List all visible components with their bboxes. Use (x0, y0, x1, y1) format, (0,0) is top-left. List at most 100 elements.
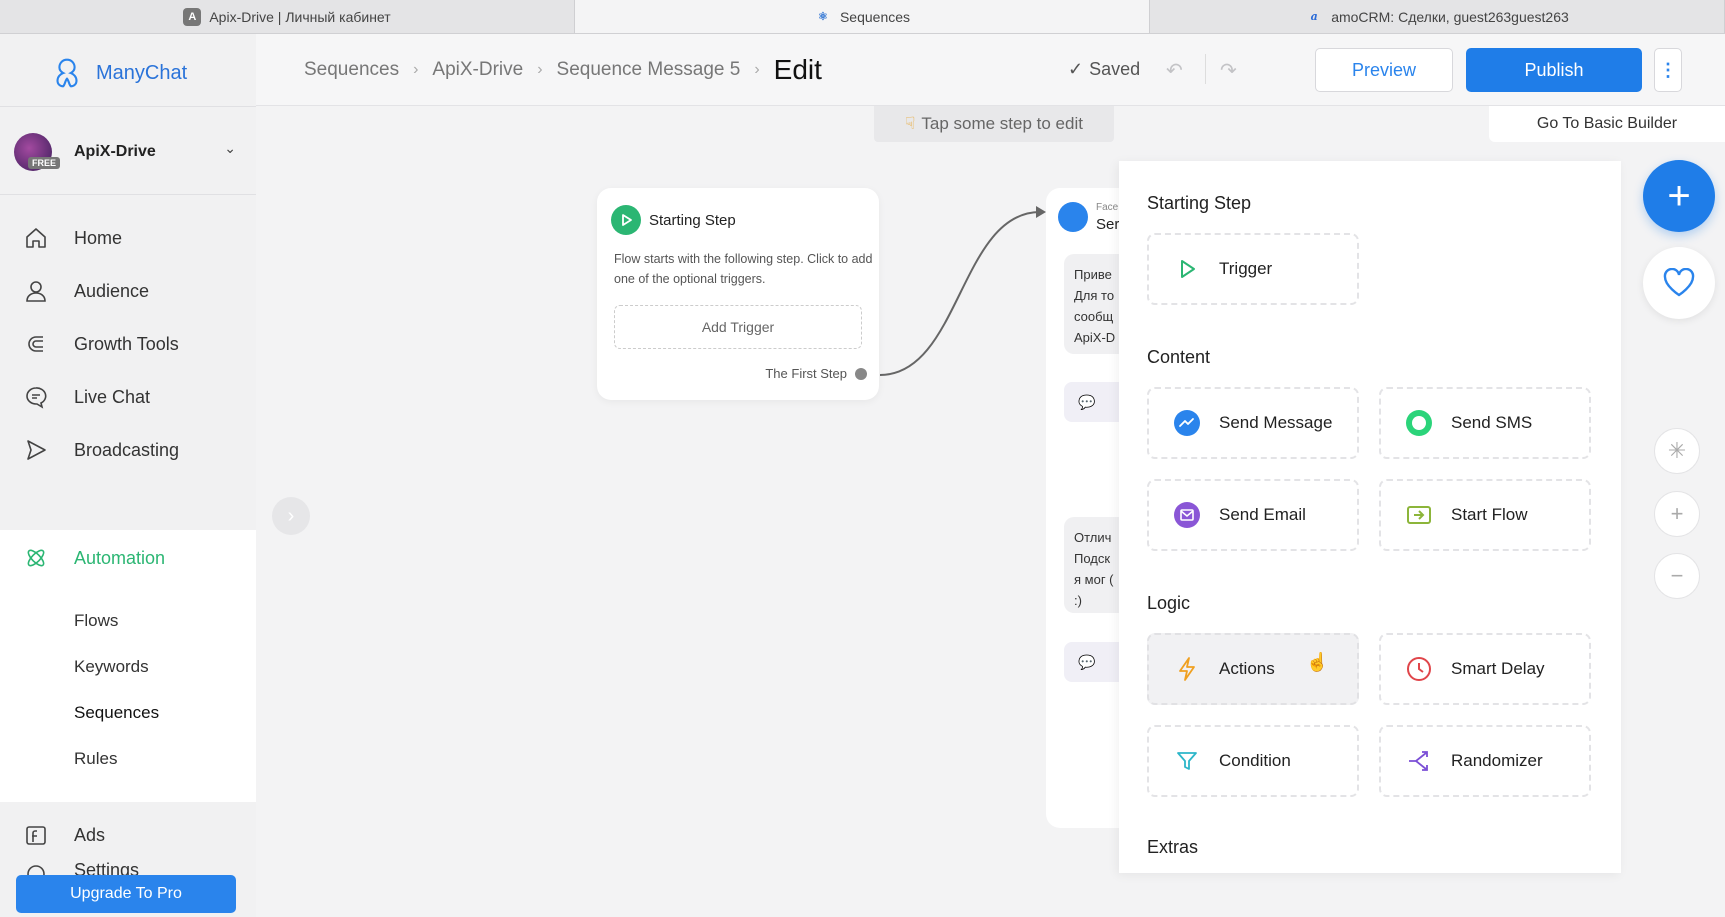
message-button[interactable]: 💬 (1064, 642, 1126, 682)
nav-ads[interactable]: Ads (0, 807, 256, 863)
step-label: Randomizer (1451, 751, 1543, 770)
favorites-button[interactable] (1643, 247, 1715, 319)
subnav-flows[interactable]: Flows (74, 611, 118, 631)
undo-icon[interactable]: ↶ (1166, 58, 1183, 83)
chevron-down-icon: ⌄ (224, 140, 236, 156)
section-heading-starting-step: Starting Step (1147, 193, 1252, 213)
go-to-basic-builder-link[interactable]: Go To Basic Builder (1489, 106, 1725, 142)
sidebar: ManyChat FREE ApiX-Drive ⌄ Home Audience… (0, 34, 256, 917)
add-step-panel: Starting Step Trigger Content Send Messa… (1119, 161, 1621, 873)
more-options-button[interactable]: ⋮ (1654, 48, 1682, 92)
step-condition[interactable]: Condition (1147, 725, 1359, 797)
breadcrumb-sequences[interactable]: Sequences (304, 59, 399, 81)
step-label: Send Email (1219, 505, 1306, 524)
message-line: Для то (1074, 288, 1115, 303)
email-icon (1173, 501, 1201, 529)
node-description: Flow starts with the following step. Cli… (614, 252, 873, 286)
ads-icon (22, 821, 50, 849)
manychat-logo[interactable]: ManyChat (48, 54, 187, 92)
magnet-icon (22, 330, 50, 358)
step-trigger[interactable]: Trigger (1147, 233, 1359, 305)
message-button[interactable]: 💬 (1064, 382, 1126, 422)
add-step-button[interactable]: + (1643, 160, 1715, 232)
zoom-out-button[interactable]: − (1654, 553, 1700, 599)
breadcrumb-account[interactable]: ApiX-Drive (432, 59, 523, 81)
browser-tab-apixdrive[interactable]: A Apix-Drive | Личный кабинет (0, 0, 575, 33)
plus-icon: + (1670, 501, 1684, 526)
magic-wand-button[interactable]: ✳ (1654, 428, 1700, 474)
subnav-sequences[interactable]: Sequences (74, 703, 159, 723)
step-label: Trigger (1219, 259, 1273, 278)
step-randomizer[interactable]: Randomizer (1379, 725, 1591, 797)
nav-label: Audience (74, 280, 150, 301)
nav-label: Ads (74, 824, 106, 845)
redo-icon[interactable]: ↷ (1220, 58, 1237, 83)
first-step-label: The First Step (765, 366, 847, 381)
chevron-right-icon: › (413, 61, 419, 78)
publish-button[interactable]: Publish (1466, 48, 1642, 92)
amocrm-icon: a (1310, 10, 1318, 23)
zoom-in-button[interactable]: + (1654, 491, 1700, 537)
subnav-rules[interactable]: Rules (74, 749, 117, 769)
play-outline-icon (1173, 255, 1201, 283)
connector-dot[interactable] (855, 367, 867, 380)
message-bubble: Приве Для то сообщ ApiX-D (1064, 254, 1126, 354)
automation-icon (22, 544, 50, 572)
message-line: :) (1074, 593, 1082, 608)
plan-badge: FREE (28, 157, 61, 169)
sms-icon (1405, 409, 1433, 437)
nav-broadcasting[interactable]: Broadcasting (0, 422, 256, 478)
account-switcher[interactable]: FREE ApiX-Drive ⌄ (14, 126, 246, 178)
chevron-right-icon: › (754, 61, 760, 78)
browser-tab-label: Apix-Drive | Личный кабинет (209, 8, 391, 25)
breadcrumb-message[interactable]: Sequence Message 5 (557, 59, 741, 81)
preview-button[interactable]: Preview (1315, 48, 1453, 92)
send-message-node[interactable]: Face Ser Приве Для то сообщ ApiX-D 💬 Отл… (1046, 188, 1126, 828)
breadcrumb: Sequences › ApiX-Drive › Sequence Messag… (304, 54, 822, 86)
step-send-message[interactable]: Send Message (1147, 387, 1359, 459)
step-label: Actions (1219, 659, 1275, 678)
browser-tab-label: Sequences (839, 8, 911, 25)
nav-label: Home (74, 227, 123, 248)
manychat-logo-icon (56, 58, 78, 88)
nav-label: Growth Tools (74, 333, 179, 354)
message-line: Отлич (1074, 530, 1112, 545)
page-title: Edit (773, 54, 822, 85)
subnav-keywords[interactable]: Keywords (74, 657, 149, 677)
browser-tab-label: amoCRM: Сделки, guest263guest263 (1331, 8, 1569, 25)
browser-tab-amocrm[interactable]: a amoCRM: Сделки, guest263guest263 (1150, 0, 1725, 33)
nav-live-chat[interactable]: Live Chat (0, 369, 256, 425)
play-icon (611, 205, 641, 235)
nav-automation[interactable]: Automation (0, 530, 256, 586)
chevron-right-icon: › (287, 504, 295, 527)
hand-cursor-icon: ☝ (1306, 652, 1329, 672)
step-label: Send SMS (1451, 413, 1533, 432)
step-send-sms[interactable]: Send SMS (1379, 387, 1591, 459)
add-trigger-button[interactable]: Add Trigger (614, 305, 862, 349)
expand-sidebar-button[interactable]: › (272, 497, 310, 535)
step-start-flow[interactable]: Start Flow (1379, 479, 1591, 551)
node-title-label: Starting Step (649, 211, 736, 229)
first-step-output[interactable]: The First Step (765, 366, 867, 381)
nav-audience[interactable]: Audience (0, 263, 256, 319)
heart-icon (1663, 268, 1695, 297)
step-smart-delay[interactable]: Smart Delay (1379, 633, 1591, 705)
step-label: Condition (1219, 751, 1291, 770)
avatar: FREE (14, 133, 61, 171)
node-title: Ser (1096, 216, 1120, 233)
nav-label: Broadcasting (74, 439, 180, 460)
sparkle-icon: ✳ (1667, 438, 1687, 463)
minus-icon: − (1670, 563, 1684, 588)
start-flow-icon (1405, 501, 1433, 529)
browser-tab-bar: A Apix-Drive | Личный кабинет ⚛ Sequence… (0, 0, 1725, 34)
step-send-email[interactable]: Send Email (1147, 479, 1359, 551)
message-line: Подск (1074, 551, 1111, 566)
section-heading-logic: Logic (1147, 593, 1191, 613)
nav-growth-tools[interactable]: Growth Tools (0, 316, 256, 372)
save-status: ✓ Saved (1068, 59, 1140, 80)
browser-tab-sequences[interactable]: ⚛ Sequences (575, 0, 1150, 33)
starting-step-node[interactable]: Starting Step Flow starts with the follo… (597, 188, 879, 400)
save-status-label: Saved (1089, 59, 1141, 79)
upgrade-button[interactable]: Upgrade To Pro (16, 875, 236, 913)
nav-home[interactable]: Home (0, 210, 256, 266)
